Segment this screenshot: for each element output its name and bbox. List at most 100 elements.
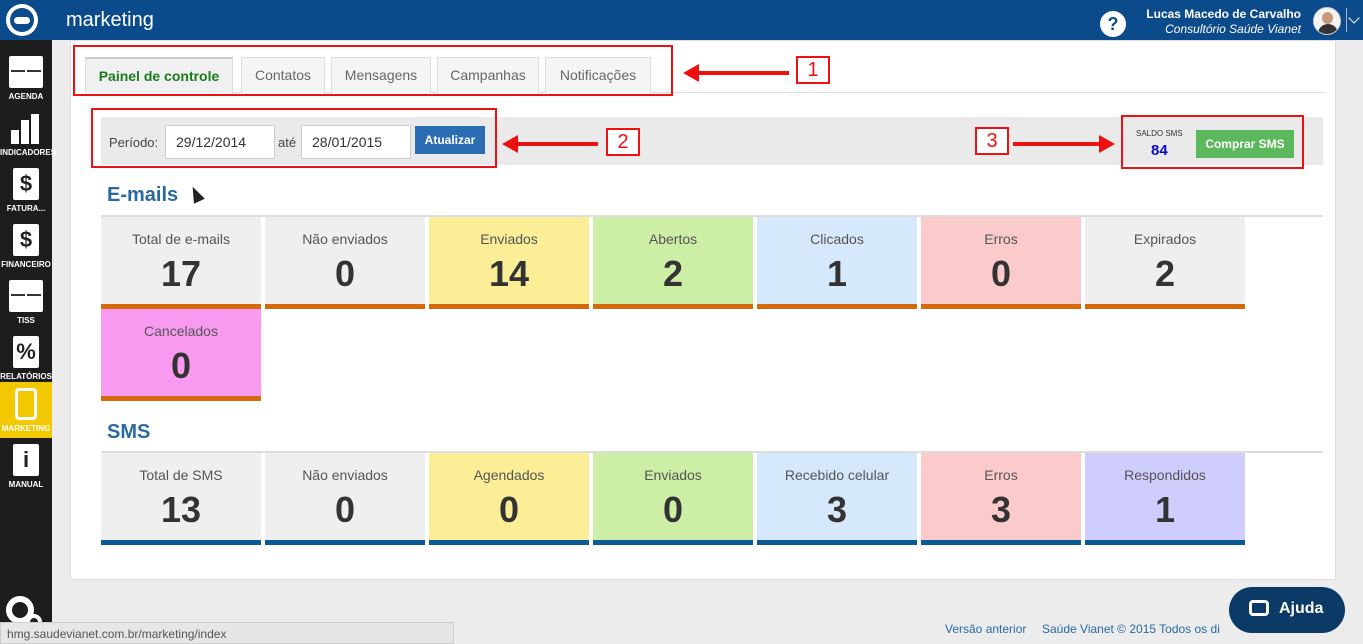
emails-stat-tile[interactable]: Não enviados 0 [265, 217, 425, 309]
annotation-box-3 [1121, 115, 1304, 169]
sidebar-item-faturamento[interactable]: $ FATURA... [0, 162, 52, 218]
stat-value: 17 [160, 253, 202, 294]
sidebar-item-label: RELATÓRIOS [0, 372, 52, 381]
help-icon[interactable]: ? [1100, 11, 1126, 37]
emails-stat-tile[interactable]: Enviados 14 [429, 217, 589, 309]
sidebar-item-indicadores[interactable]: INDICADORES [0, 106, 57, 162]
stat-label: Recebido celular [784, 467, 890, 483]
emails-stat-tile[interactable]: Total de e-mails 17 [101, 217, 261, 309]
sidebar-item-label: FATURA... [6, 204, 46, 213]
sidebar-item-agenda[interactable]: AGENDA [0, 50, 52, 106]
annotation-box-2 [91, 108, 497, 168]
stat-label: Cancelados [144, 323, 218, 339]
user-name[interactable]: Lucas Macedo de Carvalho [1146, 7, 1301, 21]
sidebar: AGENDA INDICADORES $ FATURA... $ FINANCE… [0, 40, 57, 644]
stat-value: 0 [990, 253, 1012, 294]
chevron-down-icon[interactable] [1346, 8, 1360, 32]
annotation-box-1 [73, 45, 673, 96]
stat-label: Não enviados [302, 231, 388, 247]
copyright-text: Saúde Vianet © 2015 Todos os di [1042, 622, 1220, 636]
stat-bar [265, 540, 425, 545]
stat-bar [1085, 540, 1245, 545]
sms-stat-tile[interactable]: Agendados 0 [429, 453, 589, 545]
sms-stat-tile[interactable]: Erros 3 [921, 453, 1081, 545]
status-bar-url: hmg.saudevianet.com.br/marketing/index [0, 622, 454, 644]
stat-value: 13 [160, 489, 202, 530]
stat-value: 2 [1154, 253, 1176, 294]
manual-icon: i [13, 444, 39, 476]
stat-value: 0 [334, 489, 356, 530]
stat-value: 0 [662, 489, 684, 530]
avatar[interactable] [1313, 7, 1341, 35]
stat-bar [757, 540, 917, 545]
sidebar-item-manual[interactable]: i MANUAL [0, 438, 52, 494]
annotation-number-3: 3 [975, 127, 1009, 155]
sidebar-item-relatorios[interactable]: % RELATÓRIOS [0, 330, 52, 386]
stat-label: Expirados [1133, 231, 1197, 247]
sms-stat-tile[interactable]: Respondidos 1 [1085, 453, 1245, 545]
sidebar-item-label: TISS [17, 316, 35, 325]
emails-stat-tile[interactable]: Erros 0 [921, 217, 1081, 309]
sidebar-item-label: INDICADORES [0, 148, 57, 157]
stat-label: Erros [984, 231, 1018, 247]
stat-bar [757, 304, 917, 309]
emails-stat-tile[interactable]: Clicados 1 [757, 217, 917, 309]
stat-value: 1 [1154, 489, 1176, 530]
sms-stat-tile[interactable]: Recebido celular 3 [757, 453, 917, 545]
stat-bar [921, 304, 1081, 309]
stat-bar [101, 396, 261, 401]
stat-label: Abertos [648, 231, 698, 247]
stat-value: 1 [826, 253, 848, 294]
stat-bar [1085, 304, 1245, 309]
bar-chart-icon [9, 112, 43, 144]
sms-stat-tile[interactable]: Total de SMS 13 [101, 453, 261, 545]
stat-value: 0 [170, 345, 192, 386]
stat-value: 0 [334, 253, 356, 294]
stat-label: Não enviados [302, 467, 388, 483]
book-icon [9, 280, 43, 312]
annotation-arrow-2 [502, 135, 598, 153]
sms-stat-tile[interactable]: Enviados 0 [593, 453, 753, 545]
stat-label: Erros [984, 467, 1018, 483]
marketing-icon [15, 388, 37, 420]
emails-stat-tile[interactable]: Cancelados 0 [101, 309, 261, 401]
emails-stat-tile[interactable]: Expirados 2 [1085, 217, 1245, 309]
top-bar: marketing ? Lucas Macedo de Carvalho Con… [0, 0, 1363, 40]
stat-value: 3 [990, 489, 1012, 530]
app-title: marketing [66, 9, 154, 31]
stat-label: Agendados [473, 467, 545, 483]
sidebar-item-tiss[interactable]: TISS [0, 274, 52, 330]
sms-stat-tile[interactable]: Não enviados 0 [265, 453, 425, 545]
sidebar-item-label: AGENDA [8, 92, 44, 101]
annotation-number-2: 2 [606, 128, 640, 156]
sidebar-item-marketing[interactable]: MARKETING [0, 382, 52, 438]
help-chat-button[interactable]: Ajuda [1229, 587, 1345, 633]
dollar-document-icon: $ [13, 224, 39, 256]
sidebar-item-label: MANUAL [8, 480, 44, 489]
stat-label: Total de e-mails [131, 231, 231, 247]
user-organization[interactable]: Consultório Saúde Vianet [1165, 22, 1301, 36]
help-chat-label: Ajuda [1279, 600, 1324, 617]
sidebar-item-financeiro[interactable]: $ FINANCEIRO [0, 218, 52, 274]
stat-bar [593, 304, 753, 309]
chat-bubble-icon [1249, 600, 1269, 616]
cloud-logo-icon[interactable] [6, 4, 38, 36]
stat-value: 0 [498, 489, 520, 530]
sidebar-item-label: FINANCEIRO [1, 260, 51, 269]
emails-stat-tile[interactable]: Abertos 2 [593, 217, 753, 309]
annotation-arrow-1 [683, 64, 789, 82]
stat-bar [921, 540, 1081, 545]
stat-label: Clicados [810, 231, 864, 247]
annotation-arrow-3 [1013, 135, 1115, 153]
stat-label: Respondidos [1124, 467, 1206, 483]
stat-value: 3 [826, 489, 848, 530]
stat-bar [429, 540, 589, 545]
sms-section-title: SMS [107, 421, 151, 443]
stat-bar [429, 304, 589, 309]
stat-value: 2 [662, 253, 684, 294]
emails-section-title: E-mails [107, 184, 179, 206]
stat-label: Enviados [480, 231, 538, 247]
stat-value: 14 [488, 253, 530, 294]
previous-version-link[interactable]: Versão anterior [945, 622, 1026, 636]
sidebar-item-label: MARKETING [1, 424, 51, 433]
